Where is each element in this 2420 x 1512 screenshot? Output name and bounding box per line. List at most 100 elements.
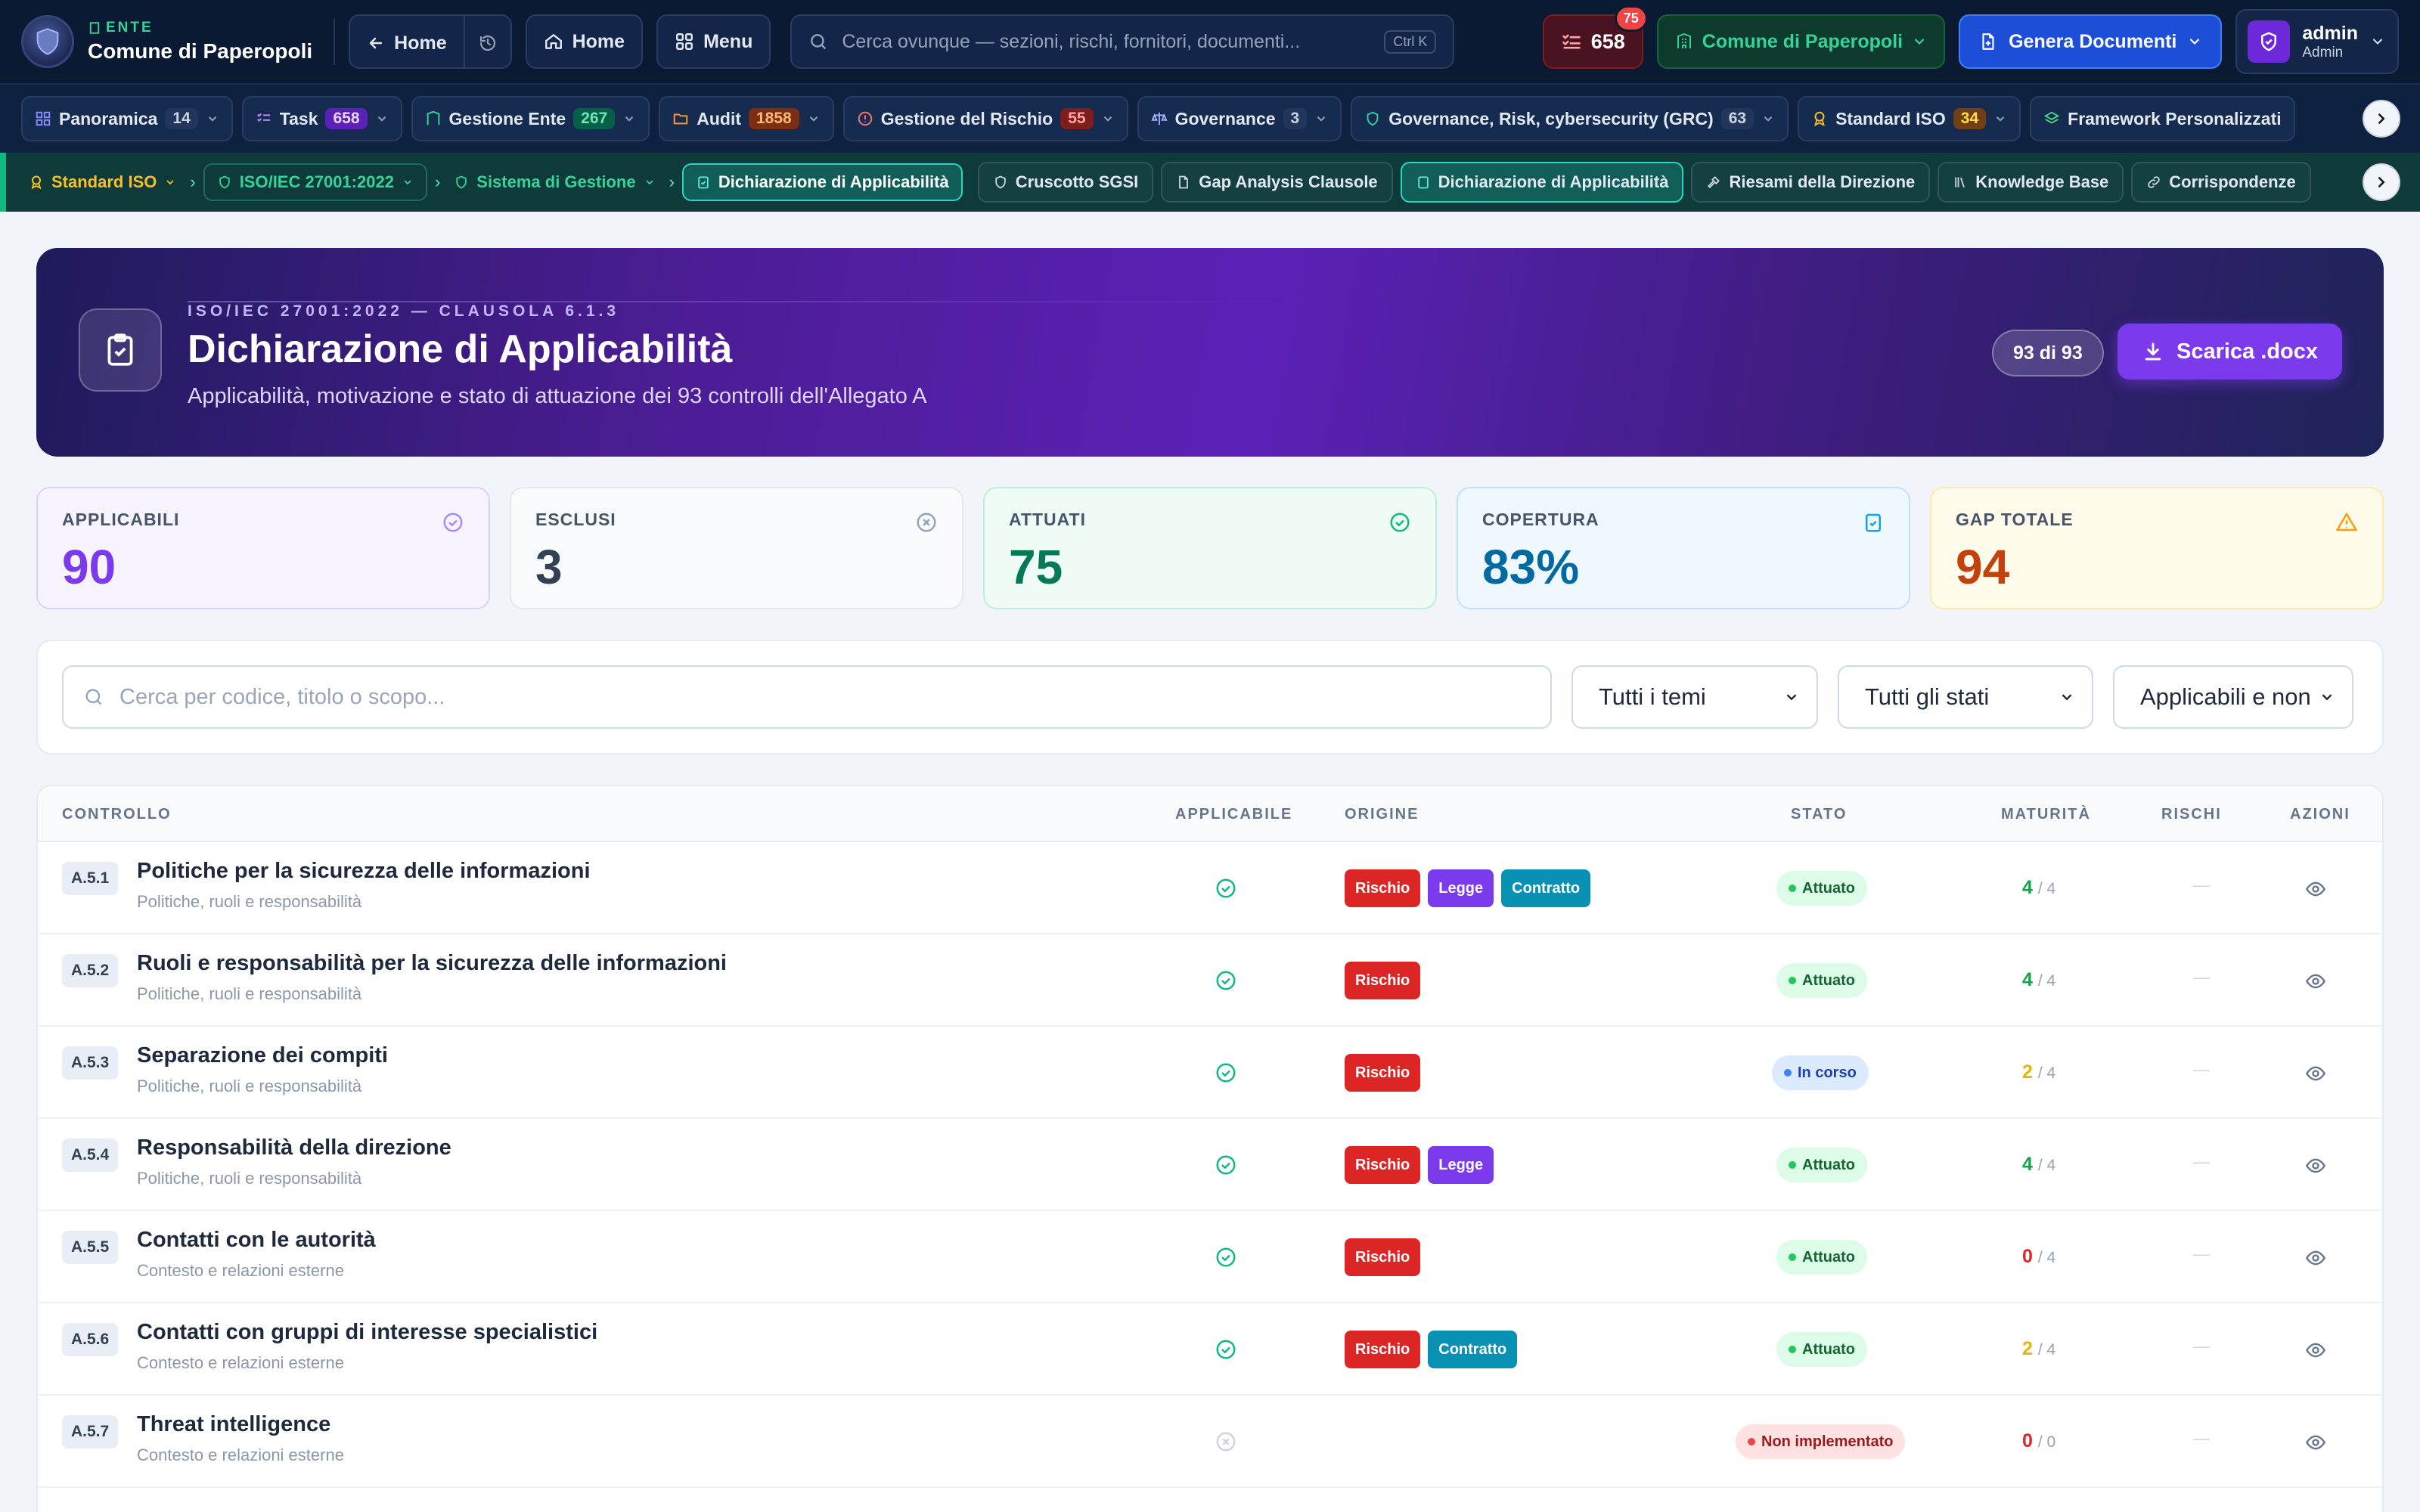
crumb-separator-icon: › xyxy=(190,172,196,191)
global-search-input[interactable] xyxy=(842,30,1371,53)
applicable-indicator xyxy=(1215,1246,1237,1269)
th-rischi[interactable]: RISCHI xyxy=(2161,806,2222,823)
theme-select[interactable]: Tutti i temi xyxy=(1571,665,1818,729)
module-count: 267 xyxy=(573,108,616,129)
stat-label: APPLICABILI xyxy=(62,510,180,529)
control-theme: Politiche, ruoli e responsabilità xyxy=(137,892,362,911)
eye-icon[interactable] xyxy=(2305,1247,2326,1269)
tab-dichiarazione[interactable]: Dichiarazione di Applicabilità xyxy=(1400,162,1684,203)
home-button[interactable]: Home xyxy=(525,14,644,69)
tab-riesami[interactable]: Riesami della Direzione xyxy=(1691,162,1931,203)
crumb-separator-icon: › xyxy=(434,172,441,191)
module-task[interactable]: Task 658 xyxy=(241,96,402,141)
module-gestione-ente[interactable]: Gestione Ente 267 xyxy=(411,96,650,141)
applicability-select[interactable]: Applicabili e non xyxy=(2113,665,2353,729)
module-grc[interactable]: Governance, Risk, cybersecurity (GRC) 63 xyxy=(1351,96,1789,141)
maturity-max: / 4 xyxy=(2037,972,2056,990)
table-row[interactable]: A.5.4 Responsabilità della direzione Polit… xyxy=(38,1119,2382,1211)
tab-knowledge-base[interactable]: Knowledge Base xyxy=(1938,162,2124,203)
status-badge: Attuato xyxy=(1776,871,1867,906)
eye-icon[interactable] xyxy=(2305,1063,2326,1084)
maturity-max: / 4 xyxy=(2037,1341,2056,1359)
module-audit[interactable]: Audit 1858 xyxy=(659,96,834,141)
eye-icon[interactable] xyxy=(2305,1340,2326,1361)
module-label: Standard ISO xyxy=(1835,108,1946,129)
chevron-down-icon xyxy=(1317,116,1326,122)
th-stato[interactable]: STATO xyxy=(1791,806,1847,823)
crumb-iso27001[interactable]: ISO/IEC 27001:2022 xyxy=(203,163,427,201)
status-select[interactable]: Tutti gli stati xyxy=(1838,665,2093,729)
table-row[interactable]: A.5.7 Threat intelligence Contesto e relaz… xyxy=(38,1396,2382,1488)
dashboard-icon xyxy=(36,111,51,126)
shield-check-icon xyxy=(456,175,467,189)
tab-cruscotto-sgsi[interactable]: Cruscotto SGSI xyxy=(977,162,1154,203)
shield-check-icon xyxy=(219,175,230,189)
origin-tags: Rischio xyxy=(1345,962,1421,999)
check-circle-icon xyxy=(1390,513,1410,532)
control-title[interactable]: Separazione dei compiti xyxy=(137,1043,388,1068)
crumb-label: ISO/IEC 27001:2022 xyxy=(239,172,394,191)
origin-tags: Rischio Legge xyxy=(1345,1146,1494,1184)
module-gestione-rischio[interactable]: Gestione del Rischio 55 xyxy=(842,96,1128,141)
module-framework-personalizzati[interactable]: Framework Personalizzati xyxy=(2030,96,2295,141)
x-circle-icon xyxy=(1216,1432,1236,1452)
user-name: admin xyxy=(2302,22,2358,44)
control-title[interactable]: Contatti con gruppi di interesse special… xyxy=(137,1320,597,1345)
module-scroll-right-button[interactable] xyxy=(2363,100,2400,138)
user-menu[interactable]: admin Admin xyxy=(2235,9,2399,74)
eye-icon[interactable] xyxy=(2305,1155,2326,1176)
tab-corrispondenze[interactable]: Corrispondenze xyxy=(2131,162,2311,203)
control-search-input[interactable] xyxy=(119,684,1531,710)
home-icon xyxy=(544,34,562,49)
tasks-button[interactable]: 658 75 xyxy=(1542,5,1648,69)
eye-icon[interactable] xyxy=(2305,1432,2326,1453)
control-title[interactable]: Contatti con le autorità xyxy=(137,1228,376,1253)
tab-gap-analysis[interactable]: Gap Analysis Clausole xyxy=(1161,162,1393,203)
control-title[interactable]: Responsabilità della direzione xyxy=(137,1136,451,1160)
avatar xyxy=(2248,20,2291,63)
table-row[interactable]: A.5.1 Politiche per la sicurezza delle in… xyxy=(38,842,2382,934)
control-title[interactable]: Threat intelligence xyxy=(137,1412,330,1437)
history-button[interactable] xyxy=(463,16,510,67)
section-scroll-right-button[interactable] xyxy=(2363,163,2400,201)
genera-documenti-button[interactable]: Genera Documenti xyxy=(1959,14,2223,69)
crumb-sistema-gestione[interactable]: Sistema di Gestione xyxy=(448,172,661,192)
table-row[interactable]: A.5.3 Separazione dei compiti Politiche, r… xyxy=(38,1027,2382,1119)
th-controllo[interactable]: CONTROLLO xyxy=(62,806,172,823)
module-governance[interactable]: Governance 3 xyxy=(1137,96,1342,141)
th-origine[interactable]: ORIGINE xyxy=(1345,806,1419,823)
stat-card-copertura: COPERTURA 83% xyxy=(1457,487,1910,609)
download-docx-button[interactable]: Scarica .docx xyxy=(2118,324,2342,380)
th-applicabile[interactable]: APPLICABILE xyxy=(1175,806,1292,823)
crumb-current[interactable]: Dichiarazione di Applicabilità xyxy=(681,163,963,201)
module-panoramica[interactable]: Panoramica 14 xyxy=(21,96,233,141)
control-title[interactable]: Politiche per la sicurezza delle informa… xyxy=(137,859,591,884)
control-search[interactable] xyxy=(62,665,1552,729)
status-badge: Attuato xyxy=(1776,1240,1867,1275)
crumb-standard-iso[interactable]: Standard ISO xyxy=(23,172,182,192)
tab-label: Corrispondenze xyxy=(2169,172,2296,191)
module-standard-iso[interactable]: Standard ISO 34 xyxy=(1798,96,2021,141)
menu-button[interactable]: Menu xyxy=(656,14,771,69)
table-row[interactable]: A.5.5 Contatti con le autorità Contesto e … xyxy=(38,1211,2382,1303)
table-row[interactable]: A.5.2 Ruoli e responsabilità per la sicur… xyxy=(38,934,2382,1027)
origin-tag: Rischio xyxy=(1345,1054,1421,1092)
table-row[interactable]: A.5.6 Contatti con gruppi di interesse sp… xyxy=(38,1303,2382,1396)
chevron-down-icon xyxy=(377,116,386,122)
control-code: A.5.2 xyxy=(62,954,119,987)
back-home-button[interactable]: Home xyxy=(350,16,463,67)
page-subtitle: Applicabilità, motivazione e stato di at… xyxy=(188,384,927,408)
maturity-max: / 4 xyxy=(2037,1249,2056,1266)
eye-icon[interactable] xyxy=(2305,971,2326,992)
comune-select[interactable]: Comune di Paperopoli xyxy=(1656,14,1946,69)
award-icon xyxy=(31,175,42,190)
th-maturita[interactable]: MATURITÀ xyxy=(2001,806,2091,823)
logo xyxy=(21,15,74,68)
eye-icon[interactable] xyxy=(2305,878,2326,900)
chevron-down-icon xyxy=(1786,694,1797,701)
global-search[interactable]: Ctrl K xyxy=(790,14,1455,69)
ente-info: ENTE Comune di Paperopoli xyxy=(88,20,312,64)
control-title[interactable]: Ruoli e responsabilità per la sicurezza … xyxy=(137,951,727,976)
user-role: Admin xyxy=(2302,44,2344,60)
tasks-count: 658 xyxy=(1590,29,1625,53)
